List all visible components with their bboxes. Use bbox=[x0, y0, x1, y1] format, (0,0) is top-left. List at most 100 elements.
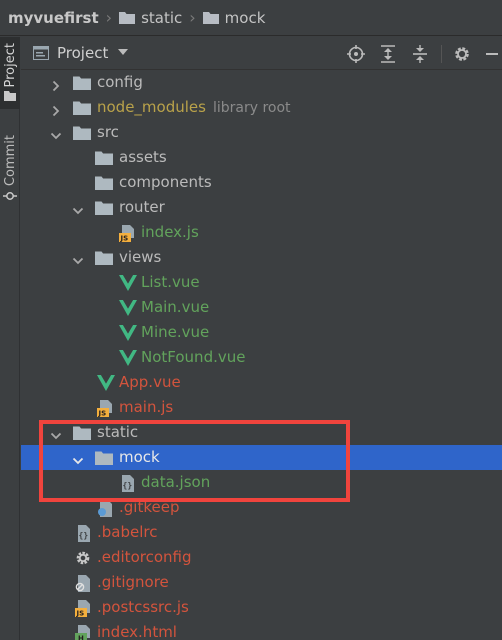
tree-row[interactable]: App.vue bbox=[21, 370, 502, 395]
tree-row-label: List.vue bbox=[141, 273, 200, 291]
tree-row[interactable]: .gitignore bbox=[21, 570, 502, 595]
folder-icon bbox=[95, 250, 113, 266]
expand-all-icon[interactable] bbox=[379, 45, 397, 63]
tree-row[interactable]: static bbox=[21, 420, 502, 445]
tree-row-label: Main.vue bbox=[141, 298, 210, 316]
tree-row[interactable]: NotFound.vue bbox=[21, 345, 502, 370]
tree-row[interactable]: {} .babelrc bbox=[21, 520, 502, 545]
tree-row[interactable]: router bbox=[21, 195, 502, 220]
js-file-icon: JS bbox=[119, 225, 137, 243]
folder-icon bbox=[73, 75, 91, 91]
chevron-right-icon[interactable] bbox=[50, 77, 62, 92]
svg-text:JS: JS bbox=[76, 610, 85, 618]
tree-row-label: static bbox=[97, 423, 139, 441]
tree-row[interactable]: components bbox=[21, 170, 502, 195]
tree-row-label: .editorconfig bbox=[97, 548, 192, 566]
breadcrumb-item-label: mock bbox=[224, 8, 266, 27]
breadcrumb-project[interactable]: myvuefirst bbox=[8, 9, 99, 27]
breadcrumb-item-static[interactable]: static bbox=[119, 9, 182, 27]
chevron-down-icon[interactable] bbox=[72, 202, 84, 215]
chevron-down-icon[interactable] bbox=[50, 127, 62, 140]
tool-window-strip: Project Commit bbox=[0, 37, 20, 640]
tree-row-label: mock bbox=[119, 448, 160, 466]
breadcrumb-item-label: static bbox=[141, 8, 183, 27]
chevron-down-icon[interactable] bbox=[50, 427, 62, 440]
breadcrumb-separator-icon: › bbox=[105, 8, 113, 27]
tree-row[interactable]: JS .postcssrc.js bbox=[21, 595, 502, 620]
tab-commit-label: Commit bbox=[2, 135, 18, 187]
tree-row-label: .gitignore bbox=[97, 573, 169, 591]
json-file-icon: {} bbox=[119, 475, 137, 492]
project-view-icon bbox=[33, 46, 49, 60]
js-file-icon: JS bbox=[75, 600, 93, 618]
chevron-down-icon[interactable] bbox=[72, 252, 84, 265]
hide-icon[interactable] bbox=[483, 45, 501, 63]
tree-row-label: node_modules library root bbox=[97, 98, 291, 116]
tab-project-label: Project bbox=[2, 43, 18, 88]
gitkeep-file-icon bbox=[97, 500, 115, 517]
folder-icon bbox=[95, 200, 113, 216]
folder-icon bbox=[4, 91, 16, 102]
vue-file-icon bbox=[119, 300, 137, 316]
svg-text:JS: JS bbox=[120, 235, 129, 243]
locate-file-icon[interactable] bbox=[347, 45, 365, 63]
tree-row-label: index.html bbox=[97, 623, 177, 640]
tree-row-label: .postcssrc.js bbox=[97, 598, 189, 616]
tree-row[interactable]: JS main.js bbox=[21, 395, 502, 420]
tree-row-label: data.json bbox=[141, 473, 211, 491]
project-tree: config node_modules library root src assets c… bbox=[21, 70, 502, 640]
tree-row-label: views bbox=[119, 248, 162, 266]
tree-row-label: NotFound.vue bbox=[141, 348, 246, 366]
tree-row[interactable]: assets bbox=[21, 145, 502, 170]
tree-row-label: router bbox=[119, 198, 165, 216]
tree-row[interactable]: node_modules library root bbox=[21, 95, 502, 120]
vue-file-icon bbox=[97, 375, 115, 391]
tree-row[interactable]: Hindex.html bbox=[21, 620, 502, 640]
html-file-icon: H bbox=[75, 625, 93, 640]
vue-file-icon bbox=[119, 275, 137, 291]
tree-row-label: assets bbox=[119, 148, 167, 166]
tree-row-label: components bbox=[119, 173, 212, 191]
folder-icon bbox=[95, 150, 113, 166]
svg-text:{}: {} bbox=[123, 481, 133, 490]
gear-icon bbox=[75, 550, 93, 566]
breadcrumb-separator-icon: › bbox=[189, 8, 196, 27]
tree-row[interactable]: JS index.js bbox=[21, 220, 502, 245]
project-view-title[interactable]: Project bbox=[57, 44, 108, 62]
vue-file-icon bbox=[119, 325, 137, 341]
tree-row[interactable]: src bbox=[21, 120, 502, 145]
tab-commit[interactable]: Commit bbox=[0, 129, 20, 209]
project-header: Project bbox=[21, 37, 502, 70]
chevron-down-icon[interactable] bbox=[118, 48, 128, 56]
breadcrumb-item-mock[interactable]: mock bbox=[202, 8, 266, 27]
tree-row[interactable]: views bbox=[21, 245, 502, 270]
tree-row[interactable]: List.vue bbox=[21, 270, 502, 295]
folder-icon bbox=[95, 450, 113, 466]
tree-row-label: App.vue bbox=[119, 373, 181, 391]
js-file-icon: JS bbox=[97, 400, 115, 418]
tree-row[interactable]: {} data.json bbox=[21, 470, 502, 495]
collapse-all-icon[interactable] bbox=[411, 45, 429, 63]
folder-icon bbox=[119, 12, 136, 24]
tree-row[interactable]: mock bbox=[21, 445, 502, 470]
tree-row[interactable]: Mine.vue bbox=[21, 320, 502, 345]
folder-icon bbox=[73, 125, 91, 141]
tree-row-label: main.js bbox=[119, 398, 174, 416]
tab-project[interactable]: Project bbox=[0, 37, 20, 109]
commit-icon bbox=[3, 192, 17, 201]
chevron-down-icon[interactable] bbox=[72, 452, 84, 465]
chevron-right-icon[interactable] bbox=[50, 102, 62, 117]
tree-row-label: Mine.vue bbox=[141, 323, 210, 341]
folder-icon bbox=[95, 175, 113, 191]
tree-row-label: .gitkeep bbox=[119, 498, 180, 516]
gear-icon[interactable] bbox=[453, 45, 471, 63]
svg-text:JS: JS bbox=[98, 410, 107, 418]
svg-text:{}: {} bbox=[79, 531, 89, 540]
folder-icon bbox=[202, 12, 219, 24]
json-file-icon: {} bbox=[75, 525, 93, 542]
tree-row[interactable]: config bbox=[21, 70, 502, 95]
header-divider bbox=[441, 45, 442, 63]
tree-row[interactable]: .editorconfig bbox=[21, 545, 502, 570]
tree-row[interactable]: Main.vue bbox=[21, 295, 502, 320]
tree-row[interactable]: .gitkeep bbox=[21, 495, 502, 520]
